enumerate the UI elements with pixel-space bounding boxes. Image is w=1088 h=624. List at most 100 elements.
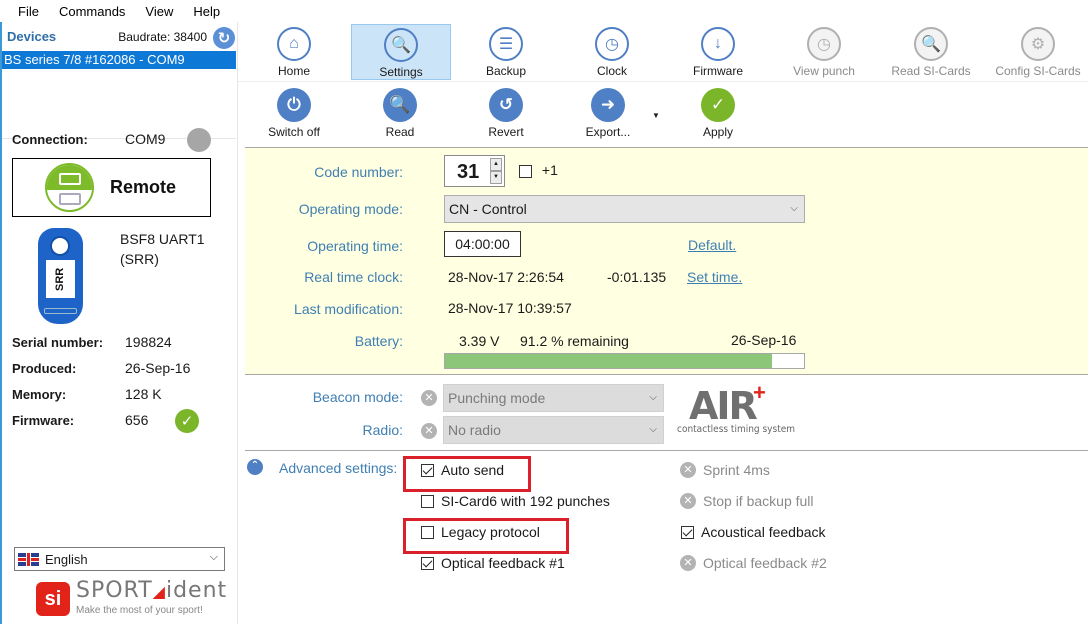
beacon-mode-label: Beacon mode: [312, 389, 403, 405]
operating-time-label: Operating time: [307, 238, 403, 254]
settings-panel: Code number: Operating mode: Operating t… [245, 147, 1088, 375]
si-card6-option[interactable]: SI-Card6 with 192 punches [421, 493, 610, 509]
menu-help[interactable]: Help [183, 4, 230, 19]
switch-off-button[interactable]: ⏻ Switch off [252, 85, 336, 141]
menu-bar: File Commands View Help [0, 0, 1088, 22]
config-si-cards-button[interactable]: ⚙ Config SI-Cards [990, 24, 1086, 80]
sportident-logo: si SPORT◢ident Make the most of your spo… [36, 578, 226, 618]
advanced-settings-label: Advanced settings: [279, 460, 398, 476]
revert-icon: ↺ [489, 88, 523, 122]
advanced-settings: ⌃ Advanced settings: Auto send SI-Card6 … [245, 452, 1088, 624]
device-list-item[interactable]: BS series 7/8 #162086 - COM9 [2, 51, 236, 69]
battery-remaining: 91.2 % remaining [520, 333, 629, 349]
stepper-down-icon[interactable]: ▼ [490, 171, 502, 184]
remote-button[interactable]: Remote [12, 158, 211, 217]
unavailable-icon: ✕ [421, 423, 437, 439]
main-toolbar: ⌂ Home 🔍 Settings ☰ Backup ◷ Clock ↓ Fir… [238, 22, 1088, 82]
real-time-clock-value: 28-Nov-17 2:26:54 [448, 269, 564, 285]
firmware-button[interactable]: ↓ Firmware [676, 24, 760, 80]
unavailable-icon: ✕ [421, 390, 437, 406]
last-modification-value: 28-Nov-17 10:39:57 [448, 300, 572, 316]
acoustical-feedback-option[interactable]: Acoustical feedback [681, 524, 826, 540]
menu-commands[interactable]: Commands [49, 4, 135, 19]
set-time-link[interactable]: Set time. [687, 269, 742, 285]
device-name: BSF8 UART1 (SRR) [120, 231, 205, 267]
connection-status-indicator [187, 128, 211, 152]
operating-mode-label: Operating mode: [298, 201, 403, 217]
operating-mode-select[interactable]: CN - Control ⌵ [444, 195, 805, 223]
plus-icon: + [753, 380, 766, 405]
radio-label: Radio: [362, 422, 403, 438]
language-select[interactable]: English ⌵ [14, 547, 225, 571]
chevron-down-icon: ⌵ [649, 424, 657, 435]
export-button[interactable]: ➜ Export... [566, 85, 650, 141]
beacon-mode-select: Punching mode ⌵ [443, 384, 664, 412]
checkbox-icon[interactable] [519, 164, 532, 178]
collapse-up-icon[interactable]: ⌃ [247, 459, 263, 475]
clock-offset-value: -0:01.135 [607, 269, 667, 285]
beacon-section: Beacon mode: ✕ Punching mode ⌵ Radio: ✕ … [245, 376, 1088, 451]
revert-button[interactable]: ↺ Revert [464, 85, 548, 141]
menu-file[interactable]: File [8, 4, 49, 19]
export-icon: ➜ [591, 88, 625, 122]
home-icon: ⌂ [277, 27, 311, 61]
code-number-label: Code number: [314, 164, 403, 180]
chevron-down-icon: ⌵ [649, 392, 657, 403]
device-list: BS series 7/8 #162086 - COM9 [2, 51, 236, 139]
sprint-4ms-option: ✕ Sprint 4ms [680, 462, 770, 478]
device-sidebar: Devices Baudrate: 38400 ↻ BS series 7/8 … [0, 22, 238, 624]
real-time-clock-label: Real time clock: [304, 269, 403, 285]
home-button[interactable]: ⌂ Home [252, 24, 336, 80]
last-modification-label: Last modification: [294, 301, 403, 317]
stepper-up-icon[interactable]: ▲ [490, 158, 502, 171]
highlight-box-auto-send [403, 456, 531, 492]
power-icon: ⏻ [277, 88, 311, 122]
view-punch-button[interactable]: ◷ View punch [782, 24, 866, 80]
optical-feedback-2-option: ✕ Optical feedback #2 [680, 555, 827, 571]
unavailable-icon: ✕ [680, 493, 696, 509]
baudrate-label: Baudrate: 38400 [118, 30, 207, 44]
code-number-input[interactable]: 31 ▲ ▼ [444, 155, 505, 187]
battery-label: Battery: [354, 333, 403, 349]
operating-time-input[interactable]: 04:00:00 [444, 231, 521, 257]
config-si-cards-icon: ⚙ [1021, 27, 1055, 61]
air-plus-logo: AIR + contactless timing system [677, 380, 796, 435]
backup-icon: ☰ [489, 27, 523, 61]
checkbox-checked-icon[interactable] [681, 525, 694, 539]
code-number-stepper[interactable]: ▲ ▼ [490, 158, 502, 184]
devices-header: Devices Baudrate: 38400 ↻ [5, 27, 237, 49]
battery-date: 26-Sep-16 [731, 332, 797, 348]
battery-progress-fill [445, 354, 773, 368]
clock-icon: ◷ [595, 27, 629, 61]
connection-value: COM9 [125, 131, 166, 147]
stop-if-backup-full-option: ✕ Stop if backup full [680, 493, 814, 509]
remote-icon [45, 163, 94, 212]
refresh-icon[interactable]: ↻ [213, 27, 235, 49]
firmware-ok-icon: ✓ [175, 409, 199, 433]
read-si-cards-button[interactable]: 🔍 Read SI-Cards [886, 24, 976, 80]
default-link[interactable]: Default. [688, 237, 736, 253]
optical-feedback-1-option[interactable]: Optical feedback #1 [421, 555, 565, 571]
device-image: SRR [38, 228, 83, 324]
view-punch-icon: ◷ [807, 27, 841, 61]
settings-button[interactable]: 🔍 Settings [351, 24, 451, 80]
battery-progress-bar [444, 353, 805, 369]
read-button[interactable]: 🔍 Read [358, 85, 442, 141]
menu-view[interactable]: View [135, 4, 183, 19]
chevron-down-icon: ⌵ [790, 203, 798, 214]
settings-device-icon: 🔍 [384, 28, 418, 62]
highlight-box-legacy-protocol [403, 518, 569, 554]
unavailable-icon: ✕ [680, 555, 696, 571]
uk-flag-icon [18, 552, 39, 566]
radio-select: No radio ⌵ [443, 416, 664, 444]
remote-label: Remote [110, 177, 177, 197]
checkbox-checked-icon[interactable] [421, 556, 434, 570]
apply-button[interactable]: ✓ Apply [676, 85, 760, 141]
checkbox-icon[interactable] [421, 494, 434, 508]
backup-button[interactable]: ☰ Backup [464, 24, 548, 80]
plus-one-checkbox[interactable]: +1 [519, 162, 558, 178]
read-icon: 🔍 [383, 88, 417, 122]
clock-button[interactable]: ◷ Clock [570, 24, 654, 80]
devices-title: Devices [7, 29, 57, 44]
export-dropdown-arrow[interactable]: ▼ [652, 111, 660, 120]
